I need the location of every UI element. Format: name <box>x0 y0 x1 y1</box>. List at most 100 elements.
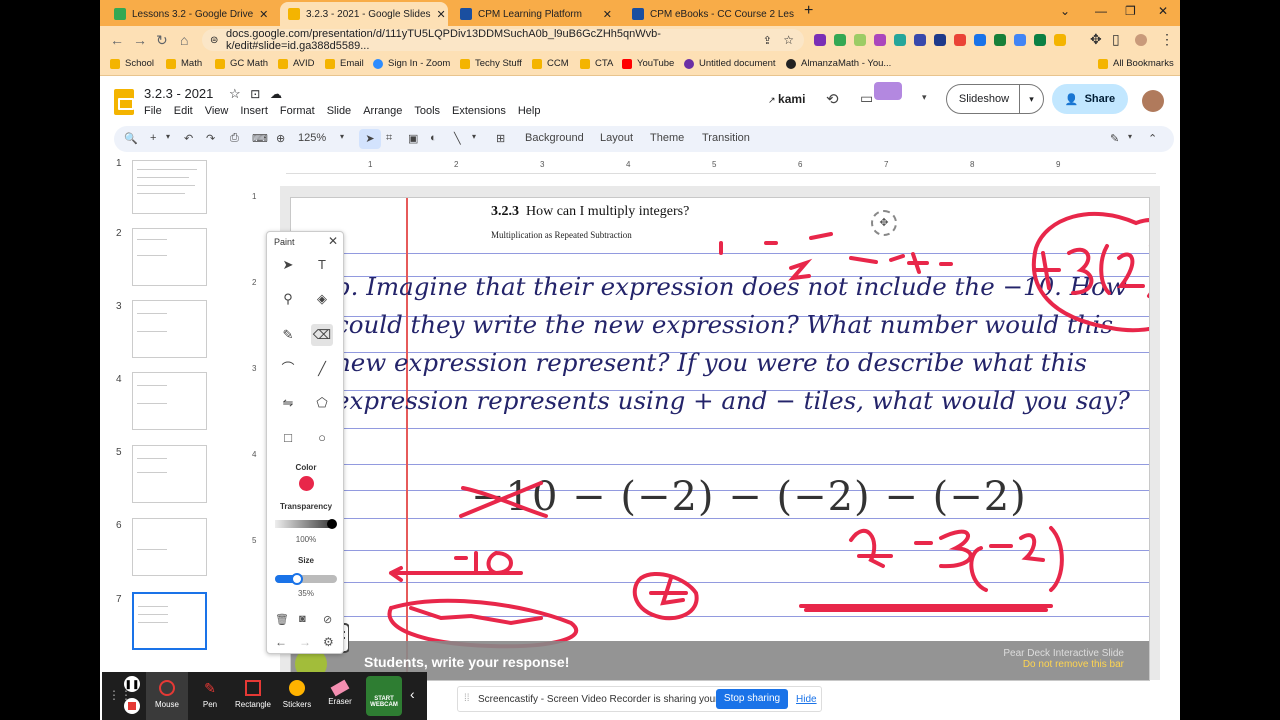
collapse-icon[interactable]: ‹ <box>410 686 415 702</box>
menu-file[interactable]: File <box>144 105 162 117</box>
kami-button[interactable]: ↗ kami <box>768 92 805 106</box>
forward-icon[interactable]: → <box>133 32 147 48</box>
zoom-level[interactable]: 125% <box>298 132 326 144</box>
extension-icon[interactable] <box>814 34 826 46</box>
bookmark-zoom[interactable]: Sign In - Zoom <box>373 58 450 69</box>
tab-slides[interactable]: 3.2.3 - 2021 - Google Slides ✕ <box>280 2 448 26</box>
paint-format-icon[interactable]: ⌨ <box>252 132 268 145</box>
menu-edit[interactable]: Edit <box>174 105 193 117</box>
menu-extensions[interactable]: Extensions <box>452 105 506 117</box>
undo-icon[interactable]: ← <box>275 635 287 649</box>
bookmark-gcmath[interactable]: GC Math <box>215 58 268 69</box>
back-icon[interactable]: ← <box>110 32 124 48</box>
move-folder-icon[interactable]: ⊡ <box>250 87 260 101</box>
mouse-tool[interactable]: Mouse <box>146 672 188 720</box>
path-icon[interactable]: ⇋ <box>277 392 299 414</box>
polygon-icon[interactable]: ⬠ <box>311 392 333 414</box>
stop-icon[interactable] <box>124 698 140 714</box>
reload-icon[interactable]: ↻ <box>156 32 168 49</box>
all-bookmarks[interactable]: All Bookmarks <box>1098 58 1174 69</box>
menu-help[interactable]: Help <box>518 105 541 117</box>
menu-insert[interactable]: Insert <box>240 105 268 117</box>
close-icon[interactable]: ✕ <box>328 234 338 248</box>
extension-icon[interactable] <box>954 34 966 46</box>
tab-cpm[interactable]: CPM Learning Platform ✕ <box>452 2 620 26</box>
history-icon[interactable]: ⟲ <box>826 90 839 108</box>
line-tool-icon[interactable]: ╱ <box>311 358 333 380</box>
extension-icon[interactable] <box>974 34 986 46</box>
extension-icon[interactable] <box>874 34 886 46</box>
stickers-tool[interactable]: Stickers <box>276 672 318 720</box>
new-slide-icon[interactable]: + <box>150 132 156 144</box>
image-icon[interactable]: ▣ <box>408 132 418 145</box>
camera-icon[interactable]: ◙ <box>299 613 306 625</box>
extension-icon[interactable] <box>1034 34 1046 46</box>
hide-button[interactable]: Hide <box>796 694 817 705</box>
slider-thumb[interactable] <box>291 573 303 585</box>
fill-bucket-icon[interactable]: ◈ <box>311 288 333 310</box>
frame-select-icon[interactable]: ⌗ <box>386 132 392 145</box>
tab-drive[interactable]: Lessons 3.2 - Google Drive ✕ <box>106 2 274 26</box>
extension-icon[interactable] <box>914 34 926 46</box>
share-page-icon[interactable]: ⇪ <box>763 34 772 47</box>
menu-arrange[interactable]: Arrange <box>363 105 402 117</box>
bookmark-school[interactable]: School <box>110 58 154 69</box>
pointer-tool-icon[interactable]: ➤ <box>277 254 299 276</box>
address-bar[interactable]: ⊜ docs.google.com/presentation/d/111yTU5… <box>202 28 804 52</box>
pen-tool-icon[interactable]: ✎ <box>1110 132 1119 145</box>
chevron-down-icon[interactable]: ▾ <box>1128 132 1132 141</box>
shape-icon[interactable]: ◐ <box>430 132 437 144</box>
pencil-icon[interactable]: ✎ <box>277 324 299 346</box>
eyedropper-icon[interactable]: ⚲ <box>277 288 299 310</box>
slide-thumbnail[interactable] <box>132 372 207 430</box>
slide-thumbnail[interactable] <box>132 300 207 358</box>
slides-logo-icon[interactable] <box>114 89 134 115</box>
comment-add-icon[interactable]: ⊞ <box>496 132 505 145</box>
print-icon[interactable]: ⎙ <box>230 132 239 145</box>
transition-button[interactable]: Transition <box>702 132 750 144</box>
menu-kebab-icon[interactable]: ⋮ <box>1160 31 1174 48</box>
bookmark-avid[interactable]: AVID <box>278 58 314 69</box>
close-icon[interactable]: ✕ <box>597 8 612 21</box>
bookmark-email[interactable]: Email <box>325 58 364 69</box>
bookmark-untitled[interactable]: Untitled document <box>684 58 776 69</box>
theme-button[interactable]: Theme <box>650 132 684 144</box>
menu-view[interactable]: View <box>205 105 229 117</box>
extension-icon[interactable] <box>1054 34 1066 46</box>
undo-icon[interactable]: ↶ <box>184 132 193 145</box>
share-button[interactable]: 👤 Share <box>1052 84 1128 114</box>
comments-icon[interactable]: ▭ <box>860 90 873 107</box>
line-icon[interactable]: ╲ <box>454 132 461 145</box>
slide-thumbnail[interactable] <box>132 518 207 576</box>
bookmark-star-icon[interactable]: ☆ <box>783 33 794 47</box>
slide-thumbnail[interactable] <box>132 228 207 286</box>
restore-button[interactable]: ❐ <box>1125 4 1136 18</box>
slideshow-button[interactable]: Slideshow ▾ <box>946 84 1044 114</box>
pause-icon[interactable]: ❚❚ <box>124 676 140 692</box>
window-close-button[interactable]: ✕ <box>1158 4 1168 18</box>
extensions-puzzle-icon[interactable]: ✥ <box>1090 31 1102 48</box>
bookmark-youtube[interactable]: YouTube <box>622 58 674 69</box>
bookmark-cta[interactable]: CTA <box>580 58 613 69</box>
redo-icon[interactable]: → <box>299 635 311 649</box>
menu-tools[interactable]: Tools <box>414 105 440 117</box>
rectangle-icon[interactable]: □ <box>277 427 299 449</box>
menu-slide[interactable]: Slide <box>327 105 351 117</box>
close-icon[interactable]: ✕ <box>431 8 446 21</box>
site-info-icon[interactable]: ⊜ <box>210 35 218 46</box>
chevron-down-icon[interactable]: ▾ <box>1019 85 1043 113</box>
extension-icon[interactable] <box>894 34 906 46</box>
document-title[interactable]: 3.2.3 - 2021 ☆ ⊡ ☁ <box>144 86 282 102</box>
eraser-tool[interactable]: Eraser <box>319 672 361 720</box>
avatar[interactable] <box>1142 90 1164 112</box>
stop-sharing-button[interactable]: Stop sharing <box>716 689 788 709</box>
menu-format[interactable]: Format <box>280 105 315 117</box>
extension-icon[interactable] <box>1014 34 1026 46</box>
chevron-down-icon[interactable]: ▾ <box>340 132 344 141</box>
extension-icon[interactable] <box>854 34 866 46</box>
home-icon[interactable]: ⌂ <box>180 32 188 48</box>
slider-thumb[interactable] <box>327 519 337 529</box>
tab-ebooks[interactable]: CPM eBooks - CC Course 2 Less ✕ <box>624 2 794 26</box>
hide-icon[interactable]: ⊘ <box>323 613 332 626</box>
slide-thumbnail[interactable] <box>132 160 207 214</box>
